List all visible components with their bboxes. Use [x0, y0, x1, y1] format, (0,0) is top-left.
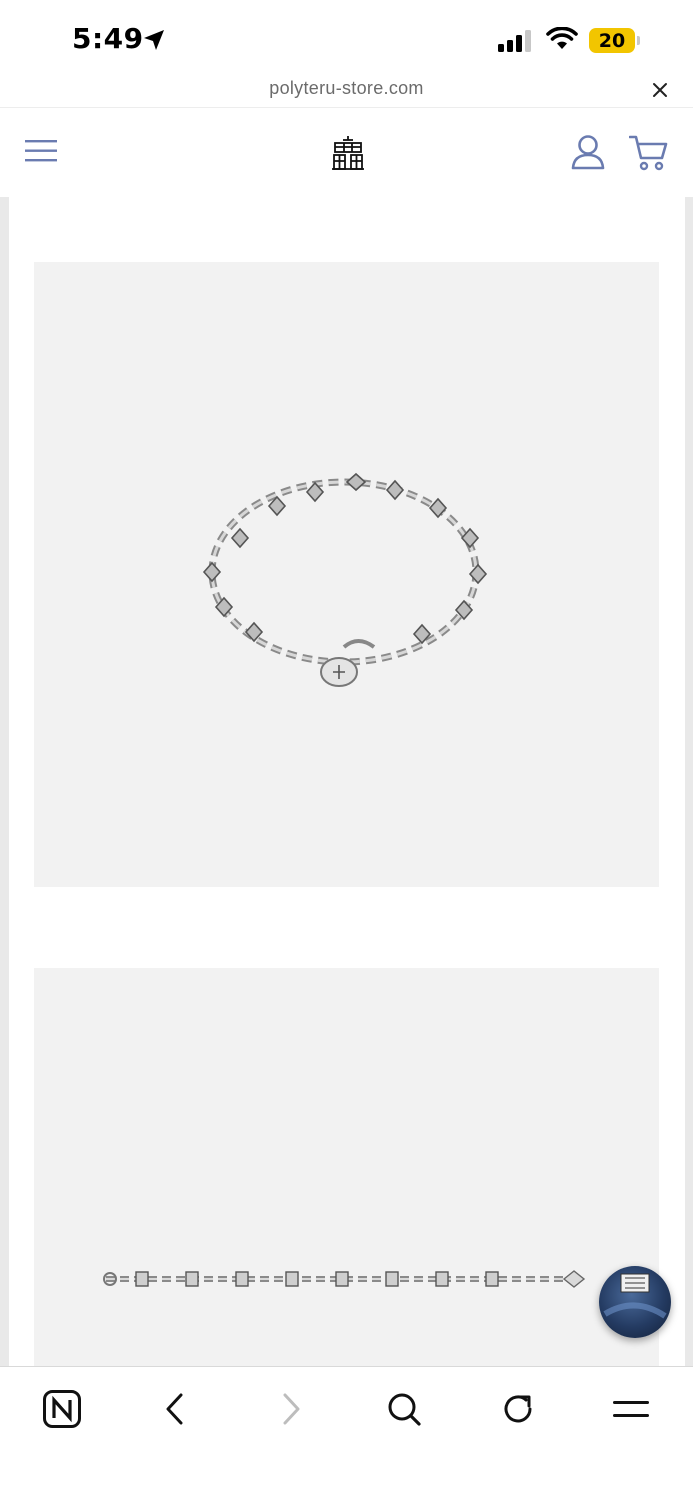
naver-home-button[interactable]: [42, 1389, 82, 1429]
url-bar[interactable]: polyteru-store.com: [0, 72, 693, 108]
bracelet-loop-image: [202, 472, 488, 687]
battery-indicator: 20: [589, 28, 635, 53]
forward-button[interactable]: [270, 1389, 310, 1429]
forward-icon: [283, 1393, 300, 1425]
site-header: [0, 108, 693, 197]
status-bar: 5:49 20: [0, 0, 693, 72]
status-time: 5:49: [72, 22, 144, 55]
search-icon: [388, 1393, 421, 1426]
chat-widget[interactable]: [599, 1266, 671, 1338]
location-arrow-icon: [144, 30, 164, 50]
naver-home-icon: [43, 1390, 81, 1428]
back-icon: [166, 1393, 183, 1425]
reload-button[interactable]: [498, 1389, 538, 1429]
page-content[interactable]: [0, 197, 693, 1366]
browser-toolbar: [0, 1366, 693, 1500]
url-text[interactable]: polyteru-store.com: [0, 78, 693, 99]
chat-widget-thumbnail: [603, 1273, 667, 1319]
product-gallery[interactable]: [9, 197, 685, 1366]
cart-icon[interactable]: [629, 134, 669, 172]
store-logo-icon[interactable]: [331, 135, 365, 171]
close-icon[interactable]: [650, 80, 670, 100]
wifi-icon: [546, 27, 578, 49]
signal-icon: [498, 30, 531, 52]
menu-icon: [613, 1401, 649, 1417]
product-image-bracelet-loop[interactable]: [34, 262, 659, 887]
back-button[interactable]: [156, 1389, 196, 1429]
battery-cap: [637, 36, 640, 45]
browser-menu-button[interactable]: [611, 1389, 651, 1429]
search-button[interactable]: [384, 1389, 424, 1429]
account-icon[interactable]: [570, 134, 606, 170]
product-image-bracelet-flat[interactable]: [34, 968, 659, 1366]
hamburger-menu-icon[interactable]: [25, 138, 59, 164]
reload-icon: [504, 1395, 532, 1423]
bracelet-flat-image: [103, 1270, 586, 1288]
